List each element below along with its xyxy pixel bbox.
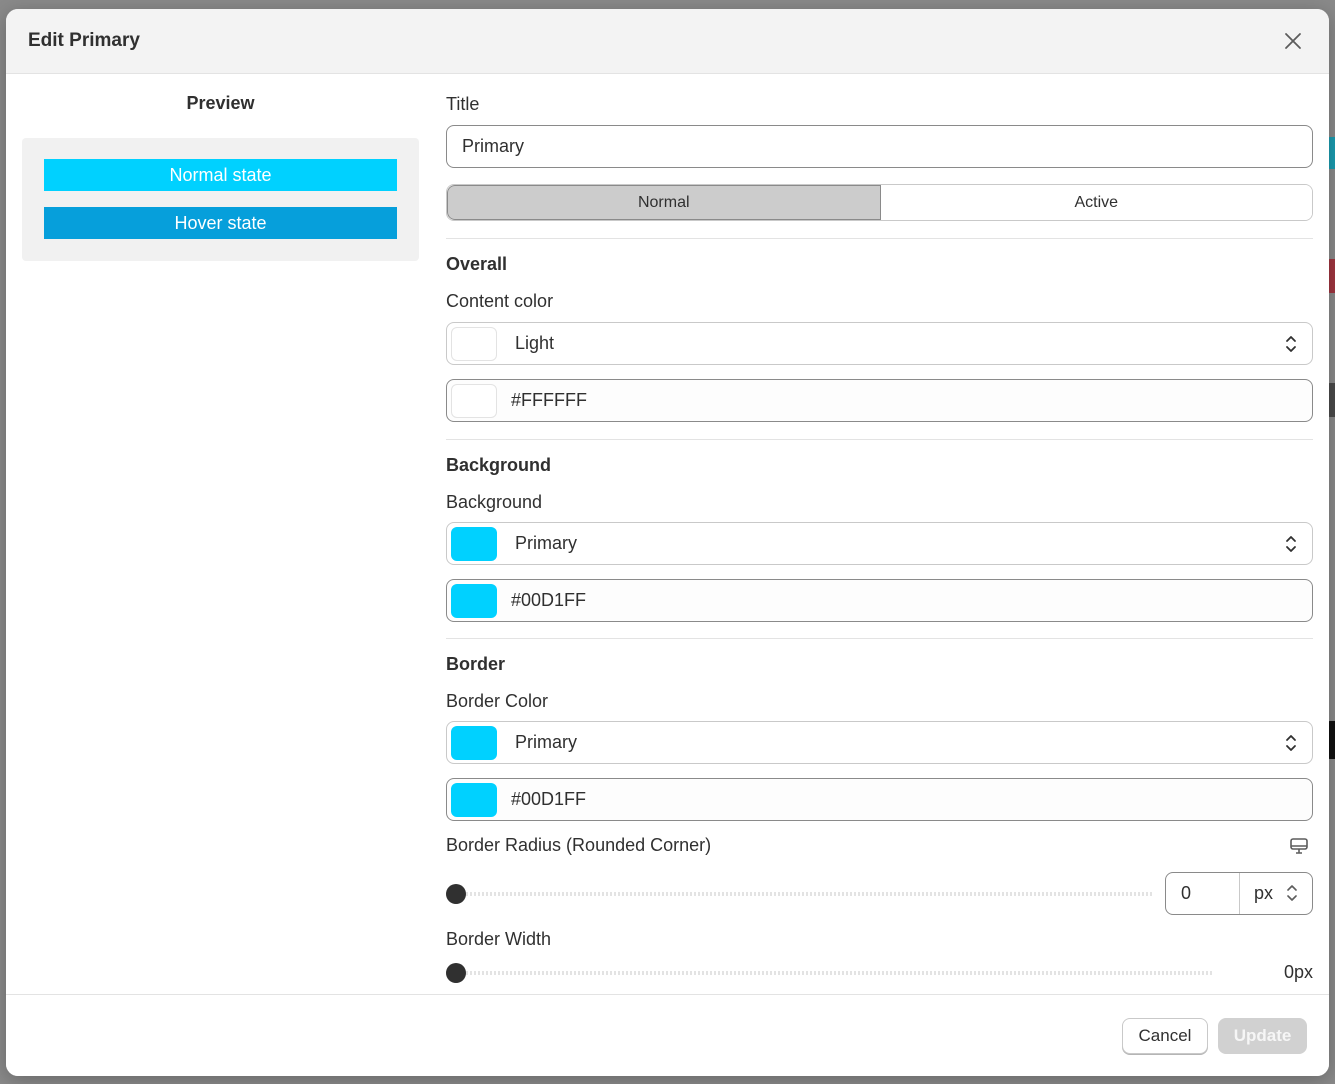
slider-thumb[interactable]	[446, 883, 466, 904]
border-width-slider[interactable]	[446, 962, 1214, 983]
preview-normal-button: Normal state	[44, 159, 397, 191]
border-radius-row: 0 px	[446, 872, 1313, 915]
section-border: Border	[446, 654, 506, 674]
border-color-select[interactable]: Primary	[446, 721, 1313, 764]
modal-title: Edit Primary	[28, 30, 140, 51]
color-swatch	[451, 383, 497, 418]
slider-track	[446, 970, 1214, 975]
settings-form: Title Primary Normal Active Overall Cont…	[446, 75, 1313, 983]
border-width-row: 0px	[446, 962, 1313, 983]
title-input[interactable]: Primary	[446, 125, 1313, 168]
background-fragment	[1328, 383, 1335, 417]
preview-hover-button: Hover state	[44, 207, 397, 239]
section-overall: Overall	[446, 254, 508, 274]
chevron-updown-icon	[1286, 735, 1296, 751]
tab-active[interactable]: Active	[880, 185, 1312, 220]
background-preset: Primary	[515, 533, 577, 553]
border-color-hex-input[interactable]: #00D1FF	[446, 778, 1313, 821]
edit-modal: Edit Primary Preview Normal state Hover …	[6, 9, 1329, 1076]
background-hex: #00D1FF	[511, 590, 587, 610]
slider-thumb[interactable]	[446, 962, 466, 983]
border-radius-slider[interactable]	[446, 883, 1154, 904]
border-width-label: Border Width	[446, 929, 552, 949]
divider	[446, 439, 1313, 440]
content-color-label: Content color	[446, 291, 554, 311]
border-radius-unit-select[interactable]: px	[1240, 873, 1312, 914]
background-select[interactable]: Primary	[446, 522, 1313, 565]
color-swatch	[451, 583, 497, 618]
background-hex-input[interactable]: #00D1FF	[446, 579, 1313, 622]
divider	[446, 638, 1313, 639]
cancel-button[interactable]: Cancel	[1122, 1017, 1208, 1054]
border-radius-label: Border Radius (Rounded Corner)	[446, 835, 712, 855]
content-color-preset: Light	[515, 333, 555, 353]
content-color-hex-input[interactable]: #FFFFFF	[446, 379, 1313, 422]
border-radius-input[interactable]: 0	[1166, 873, 1240, 914]
chevron-updown-icon	[1286, 536, 1296, 552]
preview-panel: Preview Normal state Hover state	[22, 75, 419, 261]
border-color-preset: Primary	[515, 732, 577, 752]
tab-normal[interactable]: Normal	[447, 185, 881, 220]
content-color-hex: #FFFFFF	[511, 390, 587, 410]
chevron-updown-icon	[1286, 336, 1296, 352]
border-radius-header: Border Radius (Rounded Corner)	[446, 835, 1313, 856]
preview-title: Preview	[186, 93, 255, 113]
color-swatch	[451, 782, 497, 817]
update-button[interactable]: Update	[1218, 1017, 1307, 1054]
border-color-label: Border Color	[446, 691, 549, 711]
color-swatch	[451, 526, 497, 561]
chevron-updown-icon	[1287, 885, 1297, 901]
modal-footer: Cancel Update	[6, 994, 1329, 1076]
border-radius-number: 0 px	[1165, 872, 1313, 915]
slider-track	[446, 891, 1154, 896]
preview-box: Normal state Hover state	[22, 138, 419, 261]
background-fragment	[1328, 721, 1335, 759]
background-label: Background	[446, 492, 543, 512]
border-color-hex: #00D1FF	[511, 789, 587, 809]
state-tabs: Normal Active	[446, 184, 1313, 221]
desktop-icon[interactable]	[1289, 836, 1309, 856]
modal-body: Preview Normal state Hover state Title P…	[6, 75, 1329, 994]
background-fragment	[1328, 259, 1335, 293]
content-color-select[interactable]: Light	[446, 322, 1313, 365]
modal-header: Edit Primary	[6, 9, 1329, 74]
unit-text: px	[1254, 883, 1274, 903]
section-background: Background	[446, 455, 552, 475]
color-swatch	[451, 326, 497, 361]
title-label: Title	[446, 94, 480, 114]
close-button[interactable]	[1279, 27, 1307, 55]
close-icon	[1285, 33, 1301, 49]
background-fragment	[1328, 137, 1335, 169]
divider	[446, 238, 1313, 239]
color-swatch	[451, 725, 497, 760]
border-width-value: 0px	[1283, 962, 1313, 982]
